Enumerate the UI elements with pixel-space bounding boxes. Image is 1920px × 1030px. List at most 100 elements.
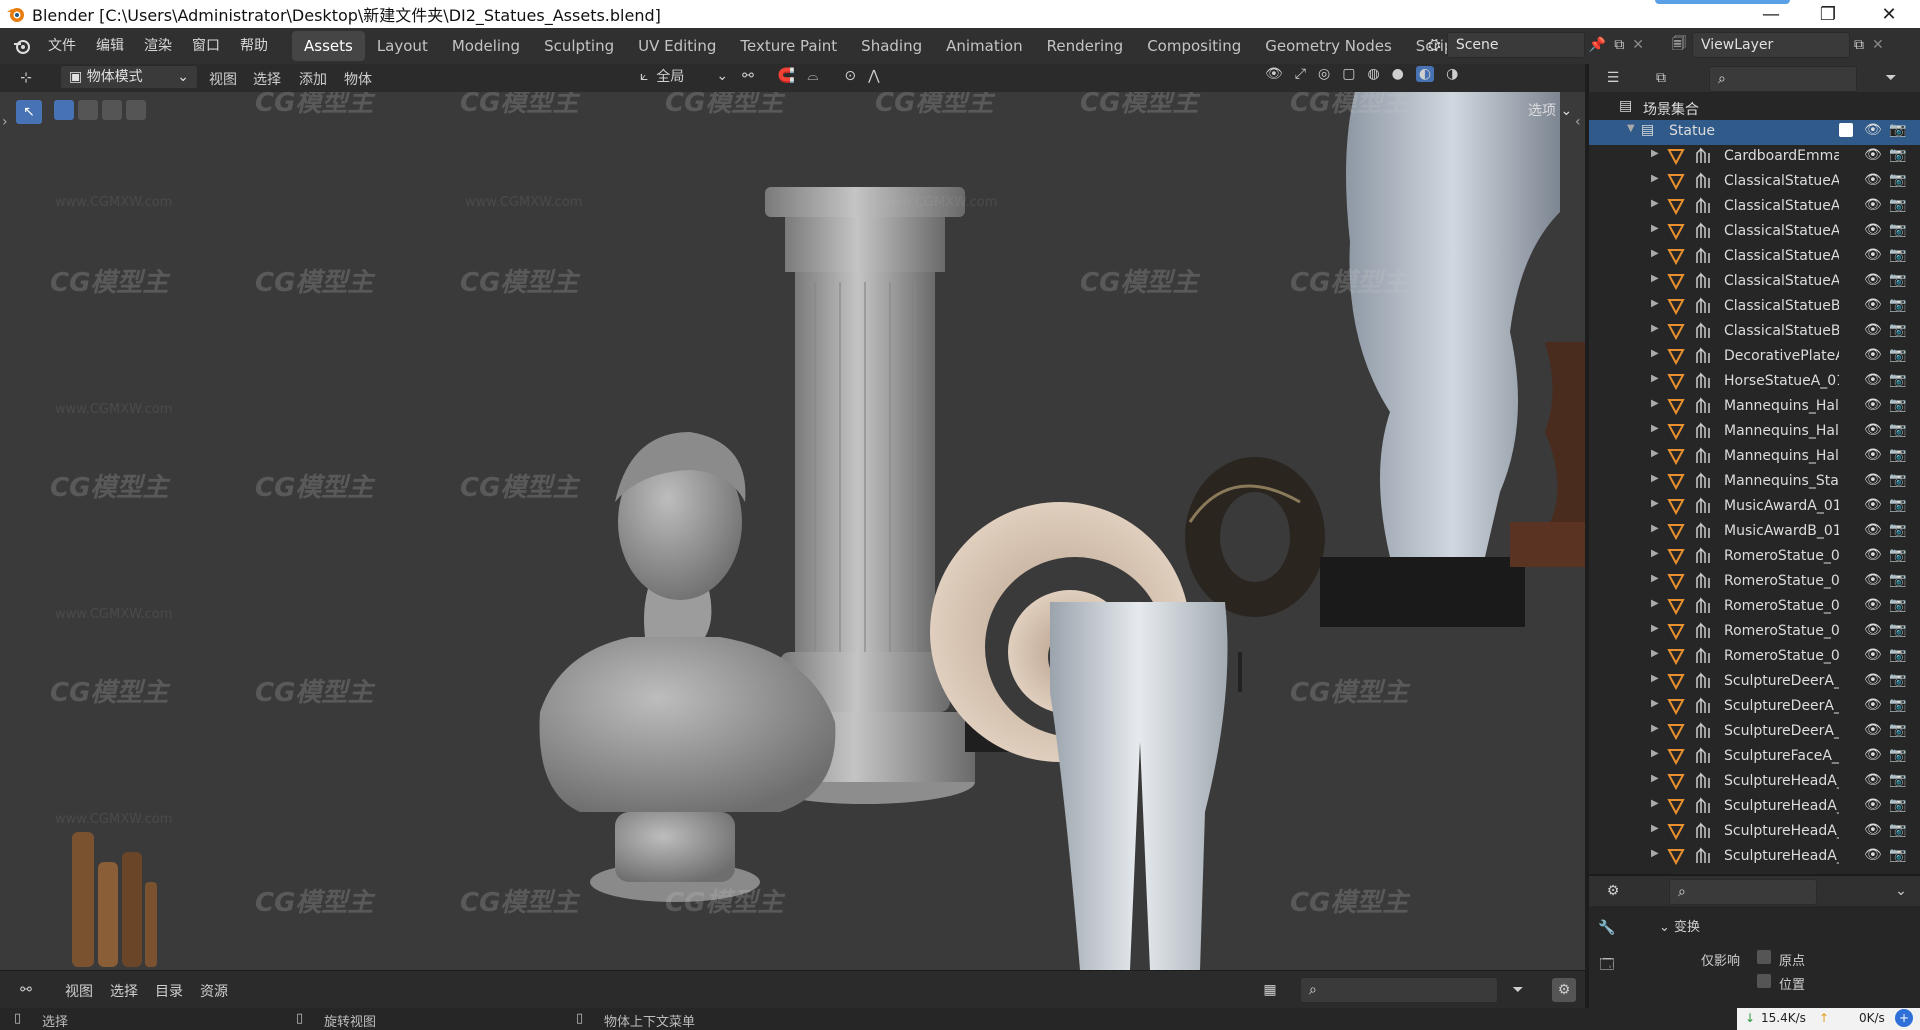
menu-render[interactable]: 渲染 xyxy=(134,28,182,64)
select-subtract-icon[interactable] xyxy=(102,100,122,120)
eye-icon[interactable]: 👁 xyxy=(1864,172,1882,188)
collection-row-statue[interactable]: ▼ ▤ Statue 👁 📷 xyxy=(1589,120,1920,145)
outliner-item[interactable]: ▶ ClassicalStatueA_ 👁 📷 xyxy=(1589,195,1920,220)
expand-triangle-icon[interactable]: ▶ xyxy=(1651,348,1659,359)
expand-triangle-icon[interactable]: ▶ xyxy=(1651,398,1659,409)
outliner-item[interactable]: ▶ DecorativePlateA 👁 📷 xyxy=(1589,345,1920,370)
eye-icon[interactable]: 👁 xyxy=(1864,797,1882,813)
camera-icon[interactable]: 📷 xyxy=(1889,622,1906,638)
close-icon[interactable]: ✕ xyxy=(1866,0,1912,28)
eye-icon[interactable]: 👁 xyxy=(1864,347,1882,363)
expand-triangle-icon[interactable]: ▶ xyxy=(1651,223,1659,234)
eye-icon[interactable]: 👁 xyxy=(1864,647,1882,663)
falloff-icon[interactable]: ⋀ xyxy=(868,68,879,84)
editor-type-icon[interactable]: ⊹ xyxy=(14,66,38,90)
asset-menu-assets[interactable]: 资源 xyxy=(200,981,228,1001)
expand-triangle-icon[interactable]: ▶ xyxy=(1651,273,1659,284)
eye-icon[interactable]: 👁 xyxy=(1864,372,1882,388)
transform-section[interactable]: ⌄ 变换 xyxy=(1659,916,1700,935)
eye-icon[interactable]: 👁 xyxy=(1864,297,1882,313)
outliner-item[interactable]: ▶ Mannequins_Half 👁 📷 xyxy=(1589,420,1920,445)
outliner-item[interactable]: ▶ ClassicalStatueB_ 👁 📷 xyxy=(1589,295,1920,320)
outliner-item[interactable]: ▶ SculptureDeerA_(👁 📷 xyxy=(1589,670,1920,695)
camera-icon[interactable]: 📷 xyxy=(1889,297,1906,313)
outliner-item[interactable]: ▶ RomeroStatue_0: 👁 📷 xyxy=(1589,645,1920,670)
eye-icon[interactable]: 👁 xyxy=(1864,722,1882,738)
eye-icon[interactable]: 👁 xyxy=(1864,672,1882,688)
maximize-icon[interactable]: ❐ xyxy=(1805,0,1851,28)
outliner-item[interactable]: ▶ CardboardEmma 👁 📷 xyxy=(1589,145,1920,170)
camera-icon[interactable]: 📷 xyxy=(1889,697,1906,713)
outliner-item[interactable]: ▶ HorseStatueA_01 👁 📷 xyxy=(1589,370,1920,395)
eye-icon[interactable]: 👁 xyxy=(1864,772,1882,788)
expand-triangle-icon[interactable]: ▶ xyxy=(1651,198,1659,209)
toolbar-toggle-icon[interactable]: › xyxy=(2,114,8,130)
remove-viewlayer-icon[interactable]: ✕ xyxy=(1872,37,1884,53)
tab-layout[interactable]: Layout xyxy=(365,31,440,61)
eye-icon[interactable]: 👁 xyxy=(1864,197,1882,213)
eye-icon[interactable]: 👁 xyxy=(1864,447,1882,463)
eye-icon[interactable]: 👁 xyxy=(1864,422,1882,438)
camera-icon[interactable]: 📷 xyxy=(1889,472,1906,488)
display-mode-icon[interactable]: ▦ xyxy=(1258,978,1282,1002)
eye-icon[interactable]: 👁 xyxy=(1864,397,1882,413)
outliner-item[interactable]: ▶ ClassicalStatueA_ 👁 📷 xyxy=(1589,170,1920,195)
wireframe-shading-icon[interactable]: ◍ xyxy=(1367,66,1379,82)
camera-icon[interactable]: 📷 xyxy=(1889,372,1906,388)
menu-select[interactable]: 选择 xyxy=(253,69,281,89)
camera-icon[interactable]: 📷 xyxy=(1889,347,1906,363)
xray-icon[interactable]: ▢ xyxy=(1342,66,1355,82)
filter-icon[interactable]: ⏷ xyxy=(1506,978,1530,1002)
expand-triangle-icon[interactable]: ▶ xyxy=(1651,823,1659,834)
expand-triangle-icon[interactable]: ▶ xyxy=(1651,598,1659,609)
sidebar-toggle-icon[interactable]: ‹ xyxy=(1575,114,1581,130)
solid-shading-icon[interactable]: ● xyxy=(1392,66,1404,82)
outliner-item[interactable]: ▶ MusicAwardB_01 👁 📷 xyxy=(1589,520,1920,545)
expand-triangle-icon[interactable]: ▶ xyxy=(1651,423,1659,434)
gizmo-icon[interactable]: ⤢ xyxy=(1295,66,1306,82)
scene-pin-icon[interactable]: 📌 xyxy=(1589,37,1606,53)
asset-menu-view[interactable]: 视图 xyxy=(65,981,93,1001)
eye-icon[interactable]: 👁 xyxy=(1864,497,1882,513)
camera-icon[interactable]: 📷 xyxy=(1889,172,1906,188)
expand-triangle-icon[interactable]: ▶ xyxy=(1651,623,1659,634)
expand-triangle-icon[interactable]: ▼ xyxy=(1627,123,1635,134)
outliner-item[interactable]: ▶ RomeroStatue_0 👁 📷 xyxy=(1589,620,1920,645)
expand-triangle-icon[interactable]: ▶ xyxy=(1651,798,1659,809)
camera-icon[interactable]: 📷 xyxy=(1889,747,1906,763)
editor-type-asset-icon[interactable]: ⚯ xyxy=(14,978,38,1002)
tab-rendering[interactable]: Rendering xyxy=(1035,31,1136,61)
asset-menu-catalog[interactable]: 目录 xyxy=(155,981,183,1001)
plus-icon[interactable]: + xyxy=(1895,1009,1913,1027)
properties-type-icon[interactable]: ⚙ xyxy=(1601,879,1625,903)
outliner-item[interactable]: ▶ ClassicalStatueB_ 👁 📷 xyxy=(1589,320,1920,345)
blender-menu-icon[interactable] xyxy=(12,36,32,56)
tab-geometry-nodes[interactable]: Geometry Nodes xyxy=(1253,31,1404,61)
viewport-options-dropdown[interactable]: 选项 ⌄ xyxy=(1528,100,1572,120)
outliner-item[interactable]: ▶ RomeroStatue_0 👁 📷 xyxy=(1589,545,1920,570)
tab-texture-paint[interactable]: Texture Paint xyxy=(728,31,849,61)
menu-add[interactable]: 添加 xyxy=(299,69,327,89)
eye-icon[interactable]: 👁 xyxy=(1864,122,1882,138)
camera-icon[interactable]: 📷 xyxy=(1889,147,1906,163)
outliner-item[interactable]: ▶ ClassicalStatueA_ 👁 📷 xyxy=(1589,270,1920,295)
expand-triangle-icon[interactable]: ▶ xyxy=(1651,548,1659,559)
select-tool-icon[interactable]: ↖ xyxy=(16,100,42,124)
remove-scene-icon[interactable]: ✕ xyxy=(1632,37,1644,53)
transform-orientation-icon[interactable]: ⟀ xyxy=(640,68,648,84)
expand-triangle-icon[interactable]: ▶ xyxy=(1651,848,1659,859)
expand-triangle-icon[interactable]: ▶ xyxy=(1651,673,1659,684)
scene-selector[interactable]: Scene xyxy=(1446,32,1585,58)
snap-target-icon[interactable]: ⌓ xyxy=(807,68,818,84)
camera-icon[interactable]: 📷 xyxy=(1889,247,1906,263)
menu-file[interactable]: 文件 xyxy=(38,28,86,64)
camera-icon[interactable]: 📷 xyxy=(1889,722,1906,738)
eye-icon[interactable]: 👁 xyxy=(1864,547,1882,563)
outliner-item[interactable]: ▶ Mannequins_Half 👁 📷 xyxy=(1589,445,1920,470)
expand-triangle-icon[interactable]: ▶ xyxy=(1651,573,1659,584)
outliner-item[interactable]: ▶ RomeroStatue_0: 👁 📷 xyxy=(1589,595,1920,620)
menu-help[interactable]: 帮助 xyxy=(230,28,278,64)
camera-icon[interactable]: 📷 xyxy=(1889,847,1906,863)
camera-icon[interactable]: 📷 xyxy=(1889,672,1906,688)
asset-search-input[interactable]: ⌕ xyxy=(1300,977,1498,1003)
